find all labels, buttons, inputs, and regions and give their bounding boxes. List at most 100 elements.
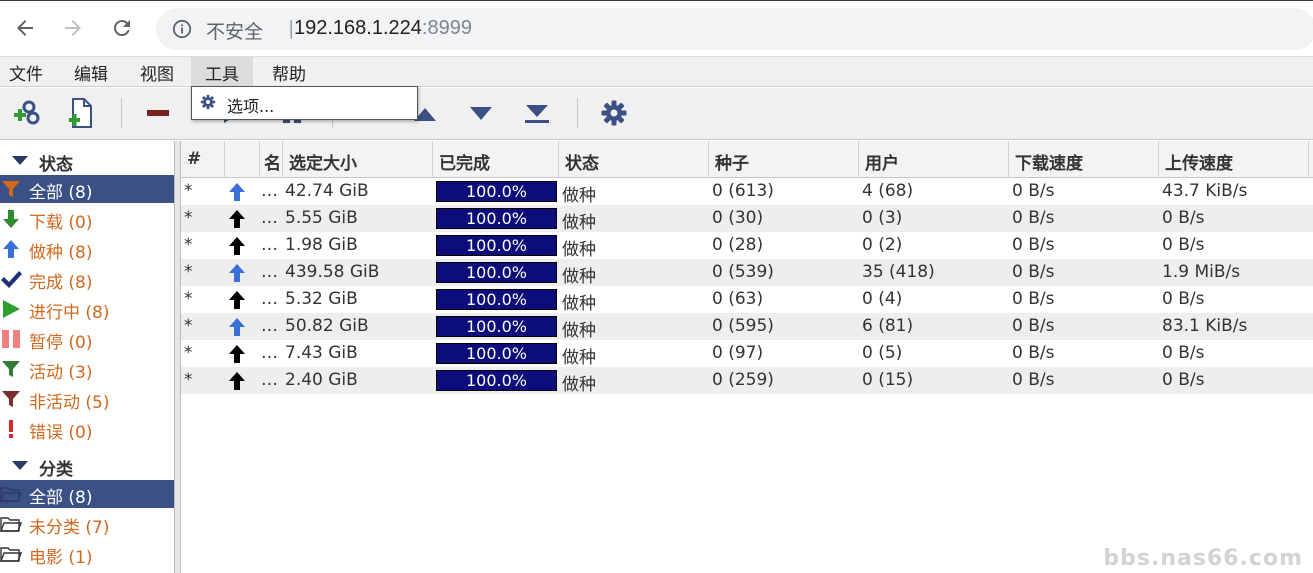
category-movies[interactable]: 电影 (1): [0, 540, 174, 568]
cell-status: 做种: [562, 213, 596, 233]
cell-name: …: [261, 235, 278, 255]
status-filter-errored[interactable]: 错误 (0): [0, 415, 174, 443]
cell-up-speed: 0 B/s: [1162, 343, 1205, 363]
security-label: 不安全: [206, 21, 264, 43]
cell-seeds: 0 (63): [712, 289, 764, 309]
table-row[interactable]: * … 42.74 GiB 100.0% 做种 0 (613) 4 (68) 0 B/s 43.…: [181, 178, 1313, 206]
status-filter-active[interactable]: 活动 (3): [0, 355, 174, 383]
remove-button[interactable]: [141, 96, 175, 130]
progress-bar: 100.0%: [436, 262, 557, 283]
cell-seeds: 0 (539): [712, 262, 774, 282]
status-filter-running[interactable]: 进行中 (8): [0, 295, 174, 323]
category-uncategorized[interactable]: 未分类 (7): [0, 510, 174, 538]
cell-name: …: [261, 370, 278, 390]
status-filter-inactive[interactable]: 非活动 (5): [0, 385, 174, 413]
options-button[interactable]: [597, 96, 631, 130]
menu-tools[interactable]: 工具: [191, 57, 253, 86]
sidebar-splitter[interactable]: [174, 141, 181, 573]
col-header-state-icon[interactable]: [225, 141, 260, 178]
cell-name: …: [261, 289, 278, 309]
cell-up-speed: 43.7 KiB/s: [1162, 181, 1248, 201]
back-icon[interactable]: [10, 13, 40, 43]
category-all[interactable]: 全部 (8): [0, 480, 174, 508]
cell-down-speed: 0 B/s: [1012, 370, 1055, 390]
table-row[interactable]: * … 1.98 GiB 100.0% 做种 0 (28) 0 (2) 0 B/s 0 B/s: [181, 232, 1313, 260]
progress-bar: 100.0%: [436, 181, 557, 202]
cell-size: 2.40 GiB: [285, 370, 358, 390]
menu-file[interactable]: 文件: [7, 60, 45, 85]
cell-name: …: [261, 316, 278, 336]
address-bar[interactable]: 不安全 | 192.168.1.224:8999: [156, 8, 1313, 50]
options-menu-item[interactable]: 选项...: [227, 93, 274, 117]
menu-help[interactable]: 帮助: [270, 60, 308, 85]
toolbar-separator: [577, 98, 578, 128]
add-torrent-link-button[interactable]: [9, 96, 43, 130]
gear-icon: [601, 100, 627, 126]
table-row[interactable]: * … 2.40 GiB 100.0% 做种 0 (259) 0 (15) 0 B/s 0 B/…: [181, 367, 1313, 395]
col-header-seeds[interactable]: 种子: [709, 141, 859, 178]
cell-size: 42.74 GiB: [285, 181, 369, 201]
status-filter-label: 全部 (8): [29, 183, 93, 203]
add-torrent-file-button[interactable]: [64, 96, 98, 130]
table-row[interactable]: * … 439.58 GiB 100.0% 做种 0 (539) 35 (418) 0 B/s…: [181, 259, 1313, 287]
col-header-down-speed[interactable]: 下载速度: [1009, 141, 1159, 178]
table-row[interactable]: * … 5.32 GiB 100.0% 做种 0 (63) 0 (4) 0 B/s 0 B/s: [181, 286, 1313, 315]
upload-arrow-icon: [0, 238, 22, 260]
cell-priority: *: [184, 235, 193, 255]
cell-size: 439.58 GiB: [285, 262, 380, 282]
cell-seeds: 0 (97): [712, 343, 764, 363]
cell-up-speed: 1.9 MiB/s: [1162, 262, 1241, 282]
move-down-button[interactable]: [464, 96, 498, 130]
cell-up-speed: 0 B/s: [1162, 289, 1205, 309]
col-header-priority[interactable]: #: [181, 141, 225, 178]
cell-status: 做种: [562, 240, 596, 260]
col-header-status[interactable]: 状态: [559, 141, 709, 178]
status-filter-completed[interactable]: 完成 (8): [0, 265, 174, 293]
cell-down-speed: 0 B/s: [1012, 316, 1055, 336]
col-header-peers[interactable]: 用户: [859, 141, 1009, 178]
col-header-progress[interactable]: 已完成: [433, 141, 559, 178]
category-section-header[interactable]: 分类: [0, 451, 174, 480]
folder-icon: [0, 483, 22, 505]
status-filter-label: 做种 (8): [29, 243, 93, 263]
progress-bar: 100.0%: [436, 235, 557, 256]
cell-priority: *: [184, 370, 193, 390]
reload-icon[interactable]: [107, 13, 137, 43]
cell-seeds: 0 (28): [712, 235, 764, 255]
cell-status: 做种: [562, 375, 596, 395]
menu-edit[interactable]: 编辑: [72, 60, 110, 85]
collapse-triangle-icon: [12, 461, 28, 470]
col-header-name[interactable]: 名: [260, 141, 283, 178]
cell-size: 7.43 GiB: [285, 343, 358, 363]
table-row[interactable]: * … 5.55 GiB 100.0% 做种 0 (30) 0 (3) 0 B/s 0 B/s: [181, 205, 1313, 233]
torrent-table: # 名 选定大小 已完成 状态 种子 用户 下载速度 上传速度 * … 42.74 …: [181, 141, 1313, 573]
status-filter-paused[interactable]: 暂停 (0): [0, 325, 174, 353]
minus-icon: [147, 110, 169, 116]
cell-down-speed: 0 B/s: [1012, 181, 1055, 201]
error-icon: [0, 418, 22, 440]
cell-peers: 0 (5): [862, 343, 903, 363]
col-header-size[interactable]: 选定大小: [283, 141, 433, 178]
collapse-triangle-icon: [12, 156, 28, 165]
status-filter-seeding[interactable]: 做种 (8): [0, 235, 174, 263]
cell-up-speed: 0 B/s: [1162, 370, 1205, 390]
menu-view[interactable]: 视图: [138, 60, 176, 85]
cell-down-speed: 0 B/s: [1012, 262, 1055, 282]
upload-arrow-icon: [228, 290, 246, 315]
cell-status: 做种: [562, 294, 596, 314]
move-bottom-button[interactable]: [520, 96, 554, 130]
table-row[interactable]: * … 50.82 GiB 100.0% 做种 0 (595) 6 (81) 0 B/s 83.…: [181, 313, 1313, 341]
info-icon[interactable]: [172, 19, 192, 39]
upload-arrow-icon: [228, 344, 246, 369]
move-bottom-icon: [525, 105, 549, 123]
col-header-up-speed[interactable]: 上传速度: [1159, 141, 1309, 178]
table-row[interactable]: * … 7.43 GiB 100.0% 做种 0 (97) 0 (5) 0 B/s 0 B/s: [181, 340, 1313, 369]
status-section-header[interactable]: 状态: [0, 146, 174, 175]
pause-icon: [0, 328, 22, 350]
filter-active-icon: [0, 358, 22, 380]
status-filter-all[interactable]: 全部 (8): [0, 175, 174, 203]
cell-priority: *: [184, 316, 193, 336]
cell-up-speed: 0 B/s: [1162, 208, 1205, 228]
status-filter-downloading[interactable]: 下载 (0): [0, 205, 174, 233]
forward-icon[interactable]: [58, 13, 88, 43]
